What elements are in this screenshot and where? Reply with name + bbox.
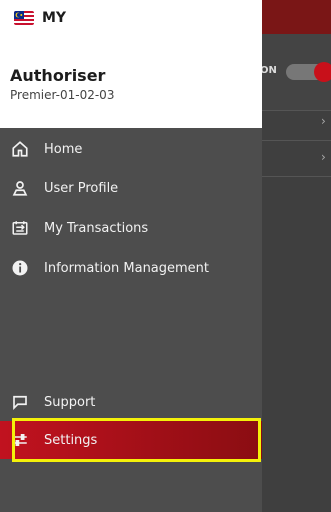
chat-icon — [10, 392, 30, 412]
menu-item-label: My Transactions — [44, 220, 149, 236]
background-divider — [262, 140, 331, 141]
drawer-header: MY Authoriser Premier-01-02-03 — [0, 0, 262, 128]
background-toggle-knob — [314, 62, 331, 82]
chevron-right-icon: › — [321, 150, 326, 164]
menu-item-home[interactable]: Home — [0, 131, 262, 167]
background-toggle-label: ON — [260, 65, 277, 76]
background-divider — [262, 110, 331, 111]
selection-highlight — [12, 418, 261, 462]
user-role: Premier-01-02-03 — [10, 88, 115, 102]
menu-item-information-management[interactable]: Information Management — [0, 250, 262, 286]
menu-item-label: User Profile — [44, 180, 119, 196]
menu-item-user-profile[interactable]: User Profile — [0, 170, 262, 206]
background-divider — [262, 176, 331, 177]
menu-item-label: Support — [44, 394, 96, 410]
menu-item-my-transactions[interactable]: My Transactions — [0, 210, 262, 246]
malaysia-flag-icon — [14, 11, 34, 25]
info-icon — [10, 258, 30, 278]
country-code: MY — [42, 10, 67, 26]
background-app: ON › › — [260, 0, 331, 512]
background-toggle[interactable] — [286, 62, 331, 82]
chevron-right-icon: › — [321, 114, 326, 128]
home-icon — [10, 139, 30, 159]
background-header — [262, 0, 331, 34]
transactions-icon — [10, 218, 30, 238]
menu-item-support[interactable]: Support — [0, 384, 262, 420]
menu-item-label: Information Management — [44, 260, 210, 276]
user-name: Authoriser — [10, 66, 106, 85]
user-icon — [10, 178, 30, 198]
menu-item-label: Home — [44, 141, 83, 157]
navigation-drawer: MY Authoriser Premier-01-02-03 Home User… — [0, 0, 262, 512]
country-selector[interactable]: MY — [14, 10, 66, 26]
